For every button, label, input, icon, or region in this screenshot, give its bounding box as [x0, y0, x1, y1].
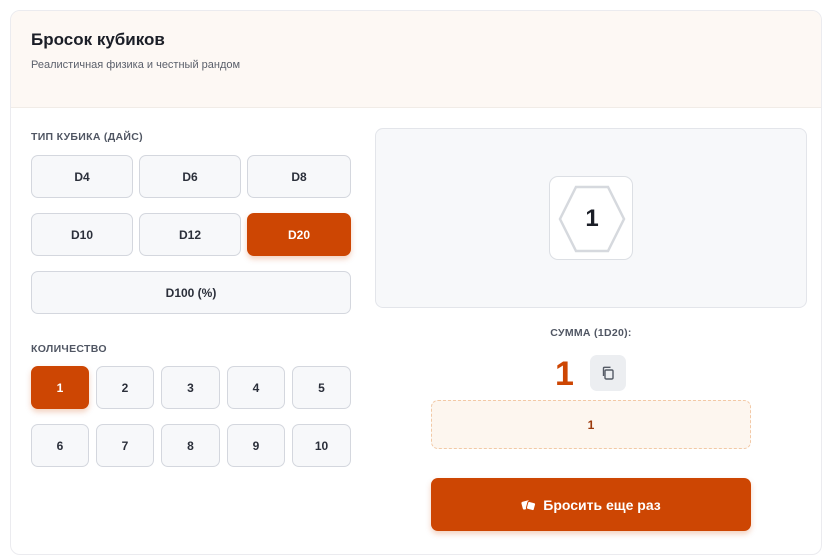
- quantity-6-button[interactable]: 6: [31, 424, 89, 467]
- quantity-9-button[interactable]: 9: [227, 424, 285, 467]
- roll-again-label: Бросить еще раз: [543, 496, 661, 513]
- quantity-5-button[interactable]: 5: [292, 366, 351, 409]
- dice-icon: [521, 499, 537, 511]
- dice-type-d100-button[interactable]: D100 (%): [31, 271, 351, 314]
- sum-label: СУММА (1D20):: [550, 327, 632, 339]
- die-value: 1: [585, 205, 599, 232]
- quantity-8-button[interactable]: 8: [161, 424, 220, 467]
- quantity-label: КОЛИЧЕСТВО: [31, 343, 107, 355]
- quantity-2-button[interactable]: 2: [96, 366, 154, 409]
- dice-roller-card: Бросок кубиков Реалистичная физика и чес…: [10, 10, 822, 555]
- page-subtitle: Реалистичная физика и честный рандом: [31, 59, 241, 71]
- dice-display-area: 1: [375, 128, 807, 308]
- dice-type-d12-button[interactable]: D12: [139, 213, 241, 256]
- quantity-4-button[interactable]: 4: [227, 366, 285, 409]
- quantity-1-button[interactable]: 1: [31, 366, 89, 409]
- dice-type-d8-button[interactable]: D8: [247, 155, 351, 198]
- copy-icon: [602, 366, 614, 380]
- dice-type-label: ТИП КУБИКА (ДАЙС): [31, 131, 143, 143]
- dice-type-d6-button[interactable]: D6: [139, 155, 241, 198]
- sum-value: 1: [555, 355, 574, 393]
- rolls-breakdown: 1: [431, 400, 751, 449]
- quantity-7-button[interactable]: 7: [96, 424, 154, 467]
- page-title: Бросок кубиков: [31, 30, 165, 49]
- dice-type-d4-button[interactable]: D4: [31, 155, 133, 198]
- quantity-3-button[interactable]: 3: [161, 366, 220, 409]
- roll-again-button[interactable]: Бросить еще раз: [431, 478, 751, 531]
- dice-type-d10-button[interactable]: D10: [31, 213, 133, 256]
- dice-type-d20-button[interactable]: D20: [247, 213, 351, 256]
- copy-button[interactable]: [590, 355, 626, 391]
- die: 1: [549, 176, 633, 260]
- quantity-10-button[interactable]: 10: [292, 424, 351, 467]
- card-header: Бросок кубиков Реалистичная физика и чес…: [11, 11, 821, 108]
